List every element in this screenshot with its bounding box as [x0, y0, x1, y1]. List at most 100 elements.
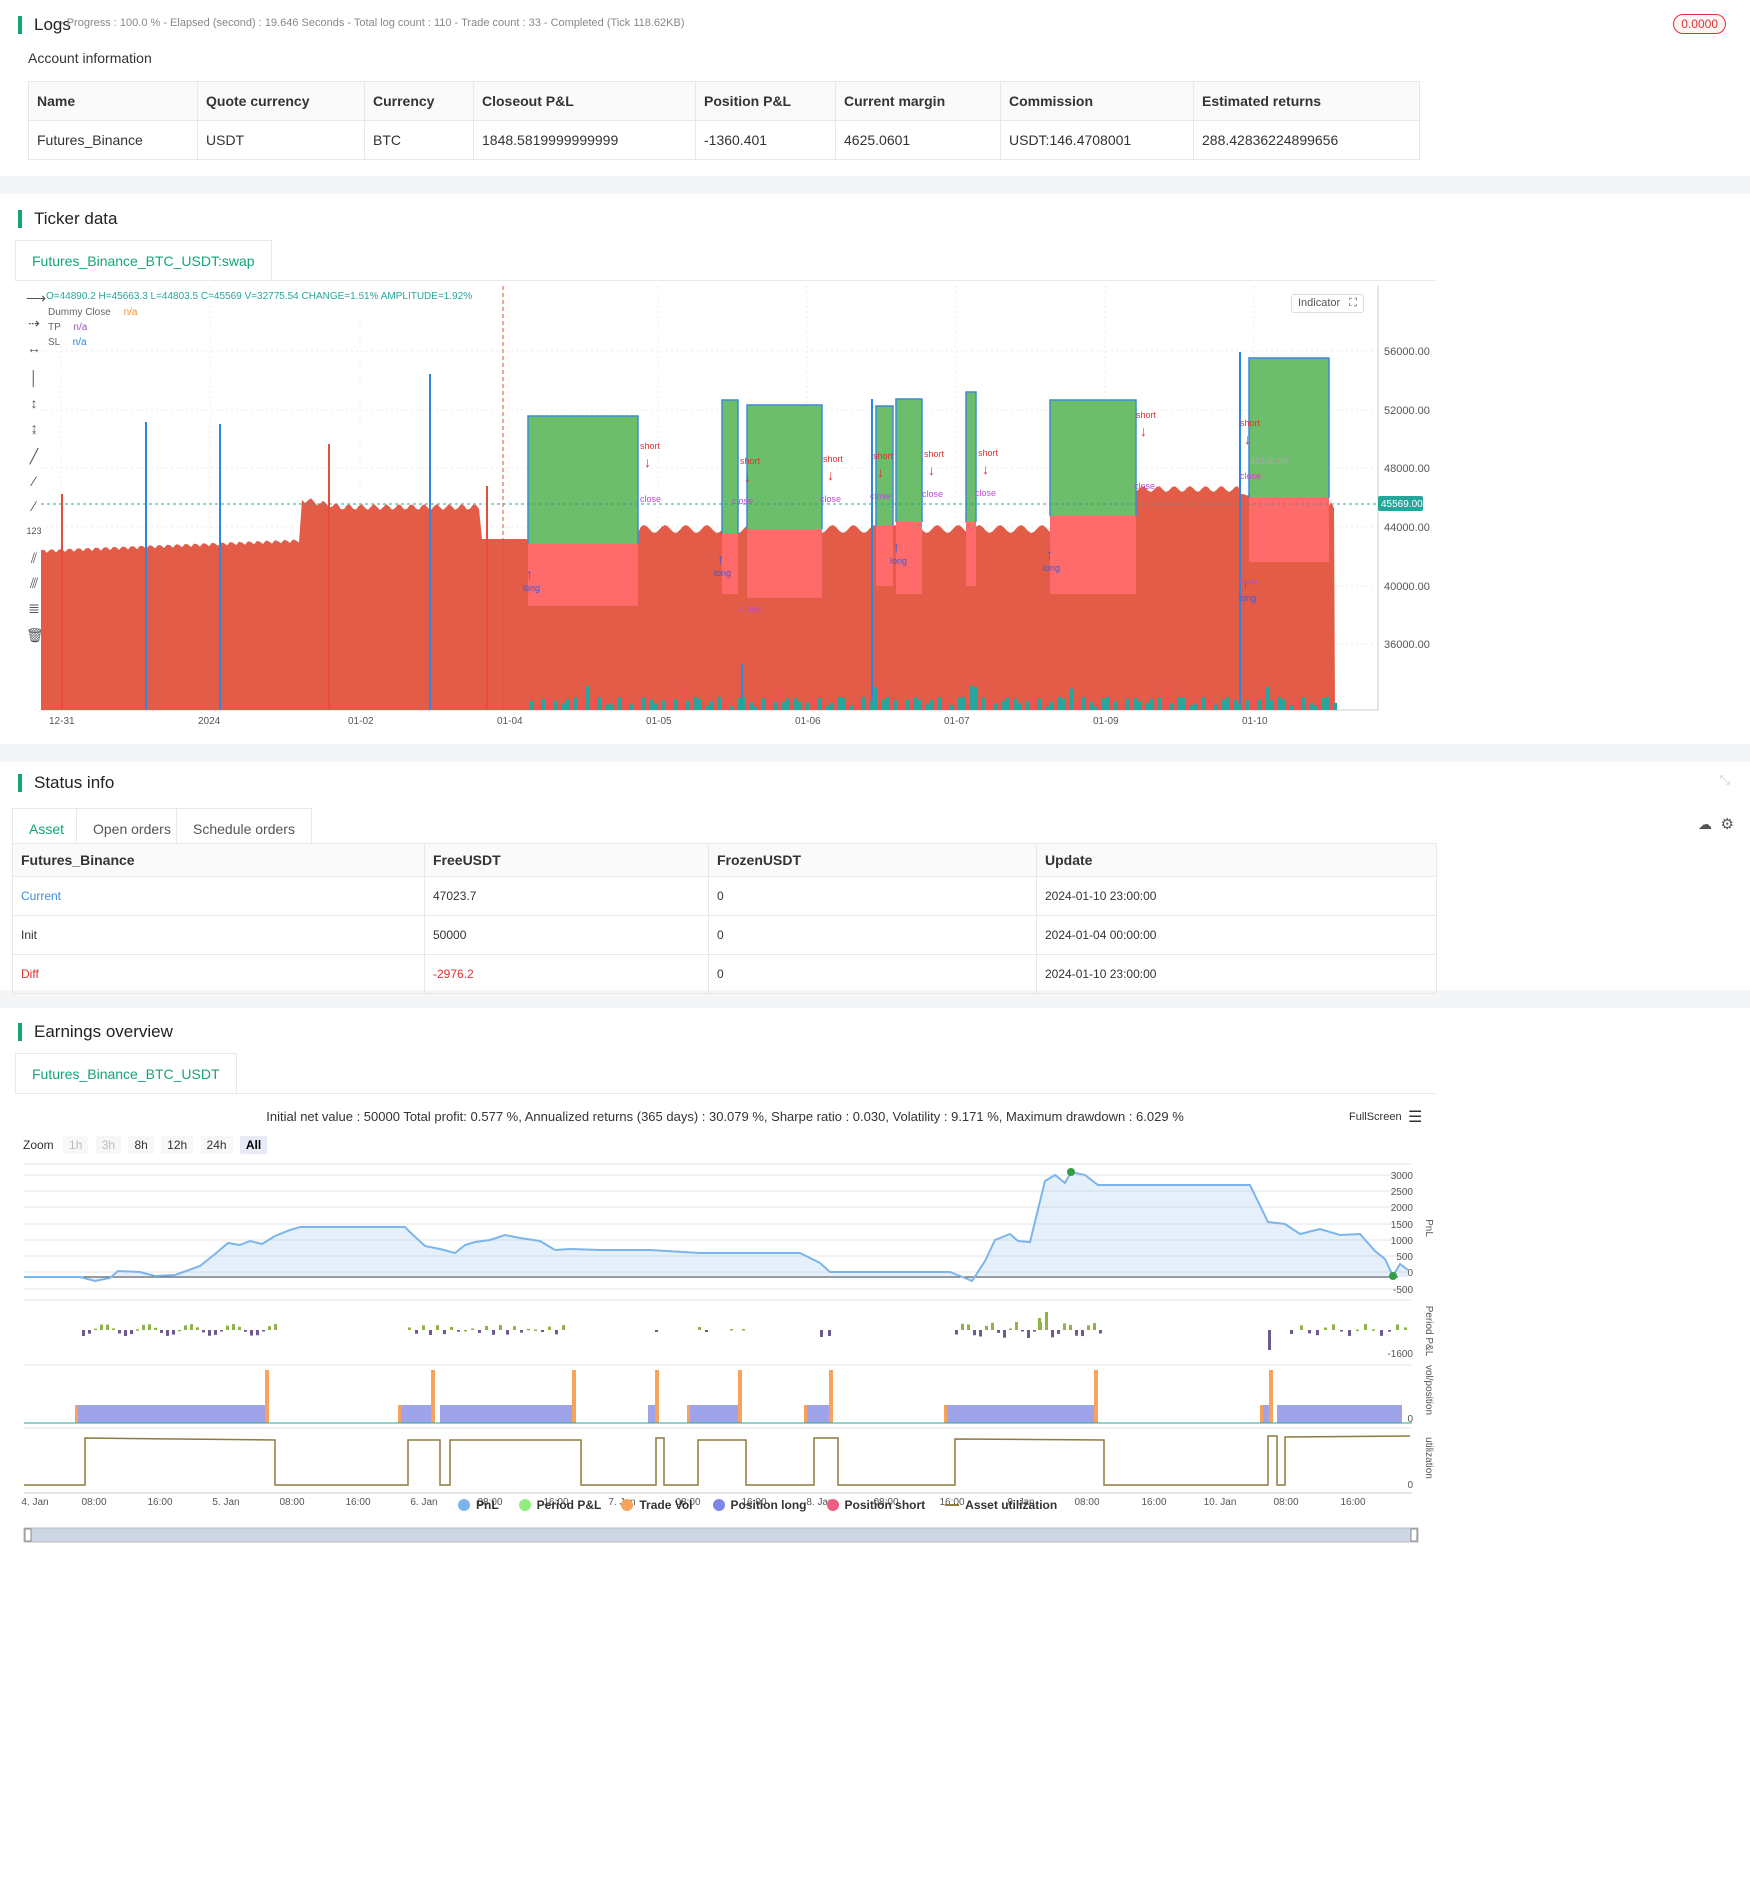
earnings-chart[interactable]: 3000 2500 2000 1500 1000 500 0 -500 PnL Period P&… — [0, 1008, 1750, 1892]
legend-util-line — [945, 1504, 960, 1506]
trade-vol-bar — [944, 1405, 947, 1423]
volume-bar — [1130, 697, 1133, 710]
pnl-tick-label: 2000 — [1391, 1203, 1414, 1214]
trade-vol-bar — [572, 1370, 576, 1423]
period-pnl-bar — [1332, 1324, 1335, 1330]
close-marker-label: close — [732, 496, 753, 506]
volume-bar — [1110, 698, 1113, 710]
volume-bar — [566, 699, 569, 710]
period-pnl-bar — [274, 1324, 277, 1330]
legend-trade-vol[interactable]: Trade Vol — [621, 1498, 693, 1512]
period-pnl-bar — [973, 1330, 976, 1336]
legend-vol-dot — [621, 1499, 634, 1511]
y-tick-label: 44000.00 — [1384, 522, 1430, 534]
position-long-block — [1277, 1405, 1402, 1423]
period-pnl-bar — [429, 1330, 432, 1335]
x-tick-label: 01-04 — [497, 716, 523, 727]
legend-long-label: Position long — [730, 1498, 807, 1512]
volume-bar — [610, 704, 613, 710]
period-pnl-bar — [250, 1330, 253, 1336]
long-marker-label: long — [714, 568, 731, 578]
short-marker-label: short — [640, 441, 661, 451]
legend-period-dot — [518, 1499, 531, 1511]
tab-open-orders[interactable]: Open orders — [76, 808, 188, 848]
col-frozen: FrozenUSDT — [708, 843, 1037, 877]
short-arrow-icon: ↓ — [982, 461, 989, 477]
short-marker-label: short — [1240, 418, 1261, 428]
max-point-marker — [1067, 1168, 1075, 1176]
status-title: Status info — [18, 774, 114, 792]
period-pnl-bar — [94, 1328, 97, 1331]
volume-bar — [666, 697, 669, 710]
legend-pnl-dot — [458, 1499, 470, 1511]
period-pnl-bar — [1081, 1330, 1084, 1337]
period-pnl-bar — [698, 1327, 701, 1330]
tab-schedule-orders[interactable]: Schedule orders — [176, 808, 312, 848]
cloud-upload-icon[interactable]: ☁ — [1698, 816, 1712, 833]
volume-bar — [846, 700, 849, 710]
cell: 2024-01-10 23:00:00 — [1036, 954, 1437, 994]
volume-bar — [658, 705, 661, 710]
position-long-block — [946, 1405, 1096, 1423]
close-marker-label: close — [820, 494, 841, 504]
period-pnl-bar — [88, 1330, 91, 1334]
stop-loss-zone — [1249, 498, 1329, 562]
row-label-current[interactable]: Current — [12, 876, 425, 916]
volume-bar — [706, 705, 709, 710]
volume-bar — [946, 704, 949, 710]
volume-bar — [1226, 697, 1229, 710]
period-pnl-bar — [991, 1322, 994, 1330]
period-pnl-bar — [112, 1328, 115, 1330]
period-pnl-bar — [142, 1324, 145, 1330]
earnings-chart-body: 3000 2500 2000 1500 1000 500 0 -500 PnL Period P&… — [21, 1163, 1434, 1543]
tab-asset[interactable]: Asset — [12, 808, 82, 848]
volume-bar — [914, 697, 917, 710]
cell: 1848.5819999999999 — [473, 120, 696, 160]
volume-bar — [554, 700, 557, 710]
period-pnl-bar — [730, 1329, 733, 1331]
cell: 0 — [708, 876, 1037, 916]
volume-bar — [822, 701, 825, 710]
pnl-tick-label: 2500 — [1391, 1187, 1414, 1198]
volume-bar — [978, 700, 981, 710]
volume-bar — [814, 697, 817, 710]
volume-bar — [650, 699, 653, 710]
volume-bar — [562, 703, 565, 710]
utilization-line — [24, 1435, 1411, 1486]
legend-pnl[interactable]: PnL — [458, 1498, 499, 1512]
account-table: Name Quote currency Currency Closeout P&… — [28, 81, 1420, 160]
legend-position-short[interactable]: Position short — [826, 1498, 925, 1512]
period-pnl-bar — [562, 1325, 565, 1330]
volume-bar — [806, 702, 809, 710]
volume-bar — [1326, 697, 1329, 710]
collapse-icon[interactable]: ⤡ — [1720, 772, 1730, 788]
period-pnl-bar — [961, 1323, 964, 1330]
close-marker-label: close — [1134, 481, 1155, 491]
position-long-block — [806, 1405, 831, 1423]
legend-asset-util[interactable]: Asset utilization — [945, 1498, 1057, 1512]
legend-period-pnl[interactable]: Period P&L — [518, 1498, 601, 1512]
volume-bar — [1034, 697, 1037, 710]
period-pnl-bar — [1099, 1330, 1102, 1334]
period-pnl-bar — [184, 1325, 187, 1330]
pnl-tick-label: 1500 — [1391, 1220, 1414, 1231]
x-tick-label: 01-10 — [1242, 716, 1268, 727]
volume-bar — [590, 699, 593, 710]
settings-gear-icon[interactable]: ⚙ — [1721, 815, 1734, 833]
volume-bar — [1278, 697, 1281, 710]
close-marker-label: close — [1240, 576, 1261, 586]
period-pnl-bar — [1348, 1330, 1351, 1336]
volume-bar — [850, 705, 853, 710]
period-pnl-bar — [1308, 1330, 1311, 1334]
volume-bar — [1214, 704, 1217, 710]
volume-bar — [538, 703, 541, 710]
volume-bar — [1334, 702, 1337, 710]
period-pnl-bar — [190, 1324, 193, 1330]
volume-bar — [758, 701, 761, 710]
volume-bar — [958, 697, 961, 710]
volume-bar — [1134, 697, 1137, 710]
legend-position-long[interactable]: Position long — [712, 1498, 807, 1512]
price-chart[interactable]: 56000.00 52000.00 48000.00 44000.00 40000.00… — [0, 194, 1750, 744]
period-pnl-bar — [1380, 1330, 1383, 1336]
short-arrow-icon: ↓ — [644, 454, 651, 470]
